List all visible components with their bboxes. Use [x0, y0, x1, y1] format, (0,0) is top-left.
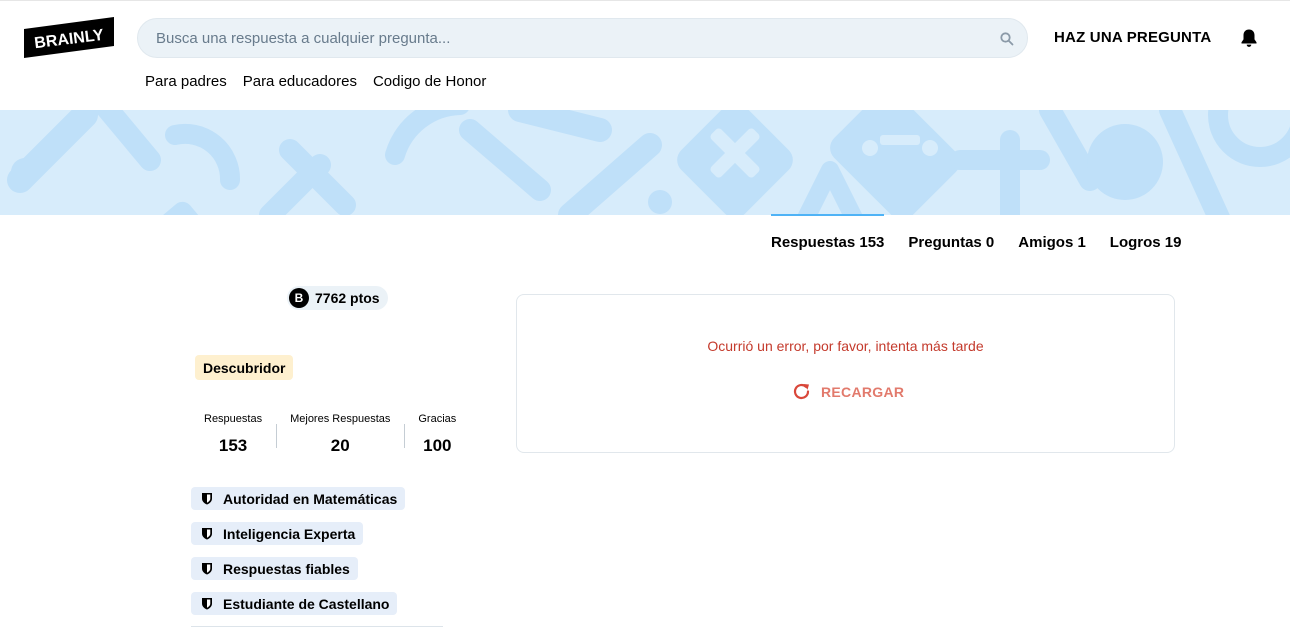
stat-value: 20	[330, 436, 350, 455]
top-header: BRAINLY HAZ UNA PREGUNTA Para padres Par…	[0, 0, 1290, 110]
badge-item: Estudiante de Castellano	[191, 592, 398, 615]
stat-label: Gracias	[418, 413, 457, 425]
header-nav: Para padres Para educadores Codigo de Ho…	[145, 73, 486, 90]
tab-questions[interactable]: Preguntas 0	[908, 214, 994, 256]
tab-friends[interactable]: Amigos 1	[1018, 214, 1086, 256]
shield-icon	[202, 598, 212, 610]
tab-achievements[interactable]: Logros 19	[1110, 214, 1182, 256]
error-message: Ocurrió un error, por favor, intenta más…	[707, 338, 984, 354]
sidebar-divider	[191, 626, 443, 627]
stat-answers: Respuestas 153	[190, 410, 276, 456]
stat-label: Mejores Respuestas	[290, 413, 391, 425]
points-pill: B 7762 ptos	[287, 286, 388, 310]
points-icon: B	[289, 288, 309, 308]
brainly-logo[interactable]: BRAINLY	[24, 17, 114, 58]
reload-icon	[793, 383, 810, 400]
rank-badge: Descubridor	[195, 355, 294, 380]
bell-icon[interactable]	[1238, 27, 1260, 49]
achievement-badges: Autoridad en Matemáticas Inteligencia Ex…	[191, 487, 406, 615]
search-icon[interactable]	[999, 31, 1015, 47]
stat-best-answers: Mejores Respuestas 20	[276, 410, 404, 456]
stat-value: 100	[423, 436, 452, 455]
shield-icon	[202, 493, 212, 505]
profile-tabs: Respuestas 153 Preguntas 0 Amigos 1 Logr…	[771, 214, 1181, 256]
profile-banner	[0, 110, 1290, 215]
badge-label: Respuestas fiables	[223, 560, 350, 577]
stat-label: Respuestas	[204, 413, 263, 425]
ask-question-button[interactable]: HAZ UNA PREGUNTA	[1054, 29, 1211, 49]
shield-icon	[202, 528, 212, 540]
nav-link-parents[interactable]: Para padres	[145, 73, 227, 90]
banner-pattern	[7, 110, 1290, 215]
badge-item: Autoridad en Matemáticas	[191, 487, 406, 510]
shield-icon	[202, 563, 212, 575]
reload-button[interactable]: RECARGAR	[791, 381, 904, 402]
search-bar[interactable]	[137, 18, 1028, 58]
nav-link-honor-code[interactable]: Codigo de Honor	[373, 73, 486, 90]
badge-label: Autoridad en Matemáticas	[223, 490, 398, 507]
stat-value: 153	[218, 436, 248, 455]
user-stats: Respuestas 153 Mejores Respuestas 20 Gra…	[190, 410, 470, 456]
points-value: 7762 ptos	[315, 290, 380, 306]
badge-item: Inteligencia Experta	[191, 522, 364, 545]
reload-label: RECARGAR	[821, 383, 905, 400]
search-input[interactable]	[138, 19, 1027, 57]
tab-answers[interactable]: Respuestas 153	[771, 214, 885, 256]
nav-link-educators[interactable]: Para educadores	[243, 73, 357, 90]
badge-label: Inteligencia Experta	[223, 525, 356, 542]
badge-label: Estudiante de Castellano	[223, 595, 390, 612]
stat-thanks: Gracias 100	[404, 410, 470, 456]
answers-error-card: Ocurrió un error, por favor, intenta más…	[516, 294, 1175, 453]
badge-item: Respuestas fiables	[191, 557, 358, 580]
